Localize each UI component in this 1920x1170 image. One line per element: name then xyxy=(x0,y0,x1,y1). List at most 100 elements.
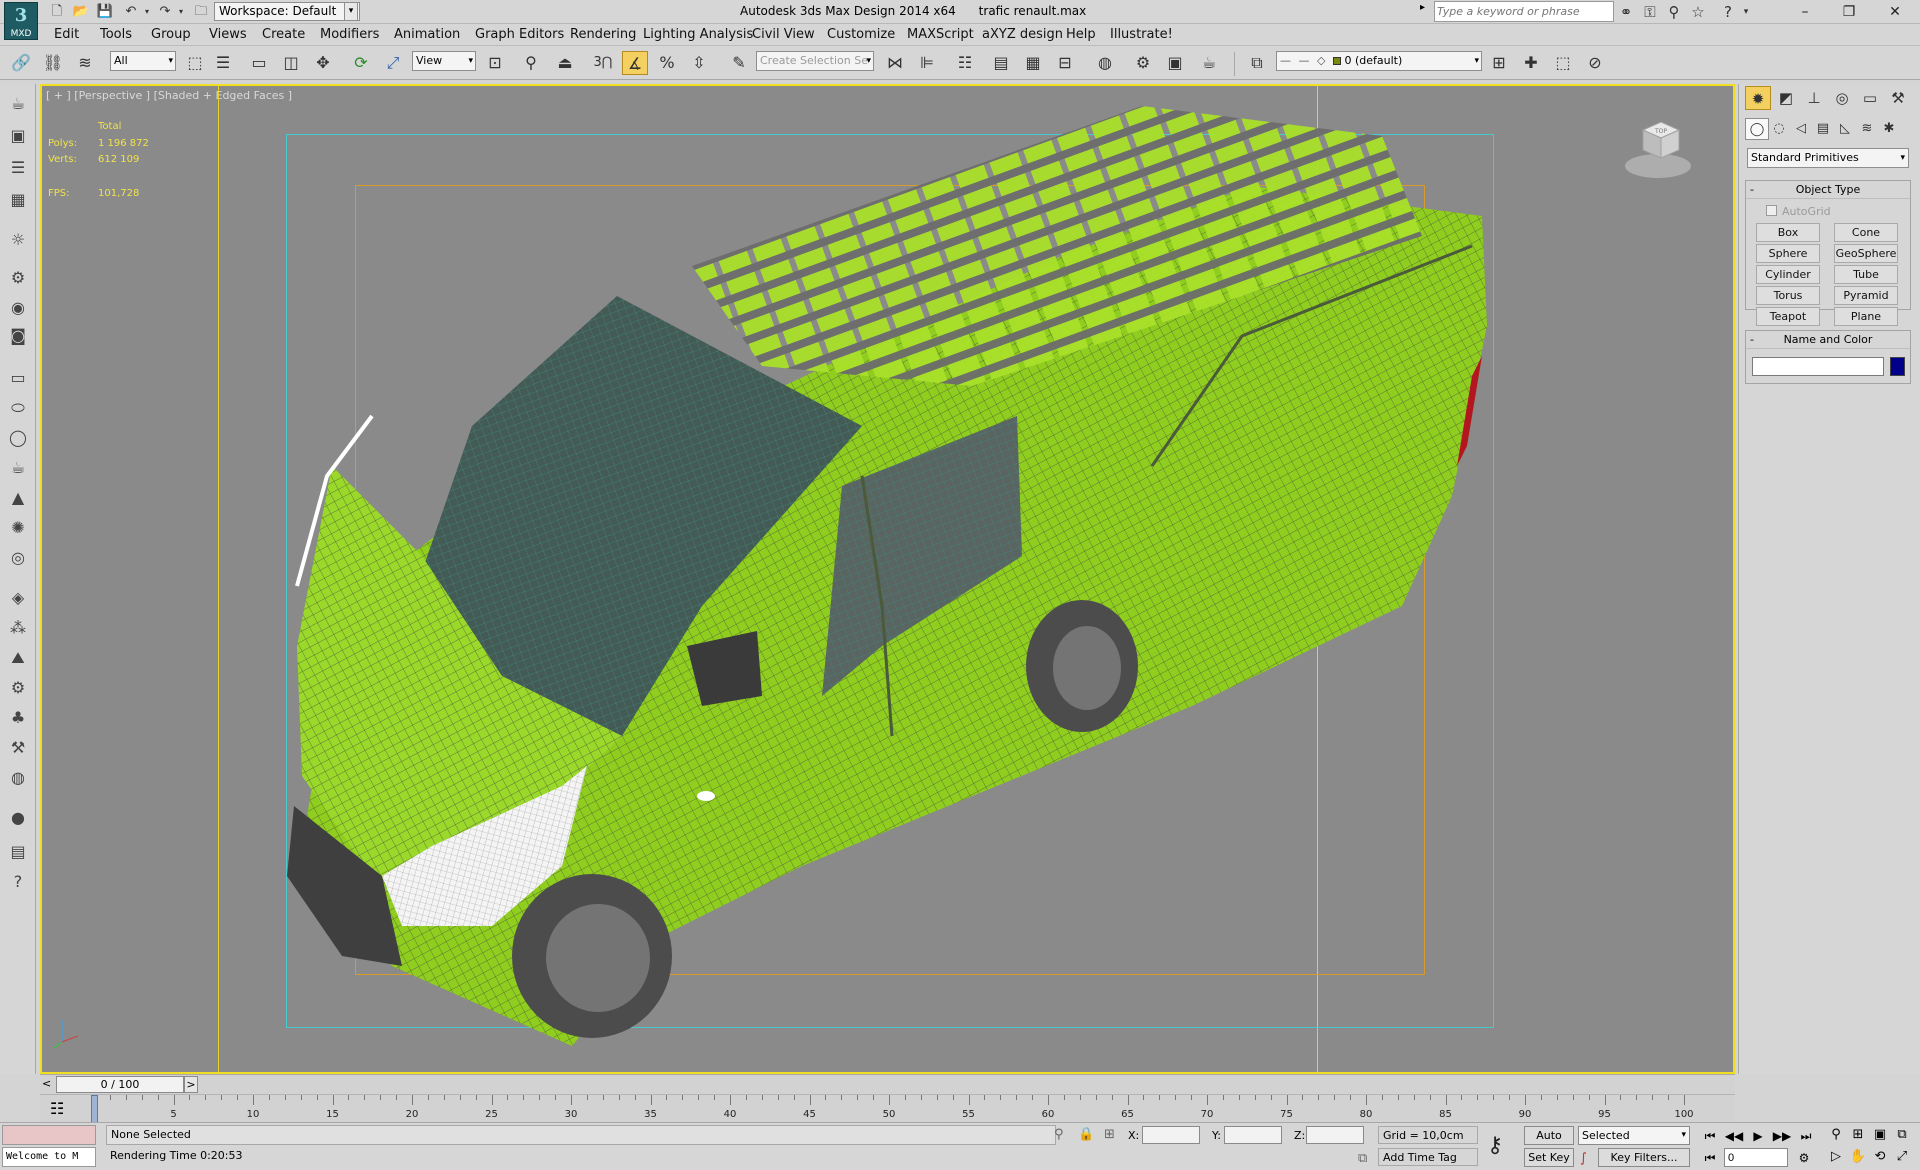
x-coordinate-input[interactable] xyxy=(1142,1126,1200,1144)
layer-manager-icon[interactable]: ☷ xyxy=(952,51,978,75)
motion-tab-icon[interactable]: ◎ xyxy=(1829,86,1855,110)
close-button[interactable]: ✕ xyxy=(1872,0,1918,24)
script-icon[interactable]: ▤ xyxy=(6,840,30,864)
key-icon[interactable]: ⚷ xyxy=(1487,1133,1503,1158)
object-color-swatch[interactable] xyxy=(1890,357,1905,376)
menu-graph-editors[interactable]: Graph Editors xyxy=(475,27,564,42)
select-object-icon[interactable]: ⬚ xyxy=(182,51,208,75)
camera-icon[interactable]: ▣ xyxy=(6,124,30,148)
plant-icon[interactable]: ♣ xyxy=(6,706,30,730)
menu-tools[interactable]: Tools xyxy=(100,27,132,42)
sphere-icon[interactable]: ◯ xyxy=(6,426,30,450)
edit-named-selection-icon[interactable]: ✎ xyxy=(726,51,752,75)
light-icon[interactable]: ☼ xyxy=(6,228,30,252)
shapes-icon[interactable]: ◌ xyxy=(1767,118,1791,140)
box-button[interactable]: Box xyxy=(1756,223,1820,242)
bind-space-warp-icon[interactable]: ≋ xyxy=(72,51,98,75)
angle-snap-icon[interactable]: ∡ xyxy=(622,51,648,75)
primitive-category-dropdown[interactable]: Standard Primitives ▾ xyxy=(1747,148,1909,168)
render-setup-icon[interactable]: ⚙ xyxy=(1130,51,1156,75)
teapot-primitive-icon[interactable]: ☕ xyxy=(6,456,30,480)
save-file-icon[interactable]: 💾 xyxy=(96,3,114,21)
space-warps-icon[interactable]: ≋ xyxy=(1855,118,1879,140)
mountain-icon[interactable]: ⛰ xyxy=(6,646,30,670)
sphere-button[interactable]: Sphere xyxy=(1756,244,1820,263)
sun-icon[interactable]: ✺ xyxy=(6,516,30,540)
maxscript-mini-listener[interactable] xyxy=(2,1125,96,1145)
perspective-viewport[interactable]: [ + ] [Perspective ] [Shaded + Edged Fac… xyxy=(40,84,1735,1074)
display-tab-icon[interactable]: ▭ xyxy=(1857,86,1883,110)
disc-icon[interactable]: ◎ xyxy=(6,546,30,570)
tool-icon[interactable]: ⚒ xyxy=(6,736,30,760)
material-editor-icon[interactable]: ◍ xyxy=(1092,51,1118,75)
current-frame-input[interactable] xyxy=(1724,1148,1788,1167)
mini-curve-editor-icon[interactable]: ☷ xyxy=(50,1099,64,1118)
pivot-center-icon[interactable]: ⊡ xyxy=(482,51,508,75)
workspace-dropdown[interactable]: Workspace: Default ▾ xyxy=(214,2,360,21)
modify-tab-icon[interactable]: ◩ xyxy=(1773,86,1799,110)
blob-icon[interactable]: ⬭ xyxy=(6,396,30,420)
spinner-snap-icon[interactable]: ⇳ xyxy=(686,51,712,75)
viewcube-ring[interactable] xyxy=(1625,154,1691,178)
current-frame-marker[interactable] xyxy=(91,1095,98,1123)
menu-create[interactable]: Create xyxy=(262,27,305,42)
previous-frame-icon[interactable]: ◀◀ xyxy=(1724,1127,1744,1145)
time-slider-thumb[interactable]: 0 / 100 xyxy=(56,1076,184,1093)
y-coordinate-input[interactable] xyxy=(1224,1126,1282,1144)
key-filters-button[interactable]: Key Filters... xyxy=(1598,1148,1690,1167)
time-configuration-icon[interactable]: ⚙ xyxy=(1794,1149,1814,1167)
render-production-icon[interactable]: ☕ xyxy=(1196,51,1222,75)
undo-dropdown-icon[interactable]: ▾ xyxy=(138,3,156,21)
time-slider-next[interactable]: > xyxy=(184,1076,198,1093)
menu-help[interactable]: Help xyxy=(1066,27,1096,42)
geosphere-button[interactable]: GeoSphere xyxy=(1834,244,1898,263)
redo-dropdown-icon[interactable]: ▾ xyxy=(172,3,190,21)
menu-animation[interactable]: Animation xyxy=(394,27,460,42)
field-of-view-icon[interactable]: ▷ xyxy=(1826,1147,1846,1167)
key-mode-dropdown[interactable]: Selected ▾ xyxy=(1578,1126,1690,1145)
go-to-start-icon[interactable]: ⏮ xyxy=(1700,1127,1720,1145)
project-folder-icon[interactable]: 🗀 xyxy=(192,3,210,21)
zoom-extents-all-icon[interactable]: ⧉ xyxy=(1892,1125,1912,1145)
name-and-color-header[interactable]: - Name and Color xyxy=(1746,331,1910,349)
frame-ruler[interactable]: 0510152025303540455055606570758085909510… xyxy=(91,1095,1694,1123)
mirror-icon[interactable]: ⋈ xyxy=(882,51,908,75)
pyramid-button[interactable]: Pyramid xyxy=(1834,286,1898,305)
help-icon[interactable]: ? xyxy=(1718,2,1738,22)
menu-maxscript[interactable]: MAXScript xyxy=(907,27,974,42)
auto-key-button[interactable]: Auto Key xyxy=(1524,1126,1574,1159)
cameras-icon[interactable]: ▤ xyxy=(1811,118,1835,140)
favorites-star-icon[interactable]: ☆ xyxy=(1688,2,1708,22)
torus-button[interactable]: Torus xyxy=(1756,286,1820,305)
pan-view-icon[interactable]: ✋ xyxy=(1848,1147,1868,1167)
object-name-field[interactable] xyxy=(1752,357,1884,376)
menu-customize[interactable]: Customize xyxy=(827,27,895,42)
menu-views[interactable]: Views xyxy=(209,27,247,42)
graphite-ribbon-icon[interactable]: ▤ xyxy=(988,51,1014,75)
lock-selection-icon[interactable]: 🔒 xyxy=(1078,1127,1094,1142)
create-tab-icon[interactable]: ✹ xyxy=(1745,86,1771,110)
select-in-layer-icon[interactable]: ⬚ xyxy=(1550,51,1576,75)
geometry-icon[interactable]: ◯ xyxy=(1745,118,1769,140)
menu-lighting-analysis[interactable]: Lighting Analysis xyxy=(643,27,753,42)
curve-editor-icon[interactable]: ▦ xyxy=(1020,51,1046,75)
add-time-tag[interactable]: Add Time Tag xyxy=(1378,1148,1478,1166)
search-input[interactable] xyxy=(1437,3,1613,20)
menu-modifiers[interactable]: Modifiers xyxy=(320,27,379,42)
maximize-button[interactable]: ❐ xyxy=(1826,0,1872,24)
workspace-menu-button[interactable]: ▾ xyxy=(344,2,358,21)
key-tangent-icon[interactable]: ∫ xyxy=(1580,1151,1587,1166)
menu-illustrate[interactable]: Illustrate! xyxy=(1110,27,1173,42)
layer-dropdown[interactable]: — — ◇ 0 (default) ▾ xyxy=(1276,51,1482,71)
helper-icon[interactable]: ⚙ xyxy=(6,266,30,290)
rectangular-selection-icon[interactable]: ▭ xyxy=(246,51,272,75)
helpers-icon[interactable]: ◺ xyxy=(1833,118,1857,140)
key-mode-toggle-icon[interactable]: ⏮ xyxy=(1700,1149,1720,1167)
reference-coordinate-dropdown[interactable]: View ▾ xyxy=(412,51,476,71)
menu-edit[interactable]: Edit xyxy=(54,27,79,42)
select-by-name-icon[interactable]: ☰ xyxy=(210,51,236,75)
unlink-icon[interactable]: ⛓ xyxy=(40,51,66,75)
minimize-button[interactable]: – xyxy=(1782,0,1828,24)
tube-button[interactable]: Tube xyxy=(1834,265,1898,284)
menu-rendering[interactable]: Rendering xyxy=(570,27,636,42)
